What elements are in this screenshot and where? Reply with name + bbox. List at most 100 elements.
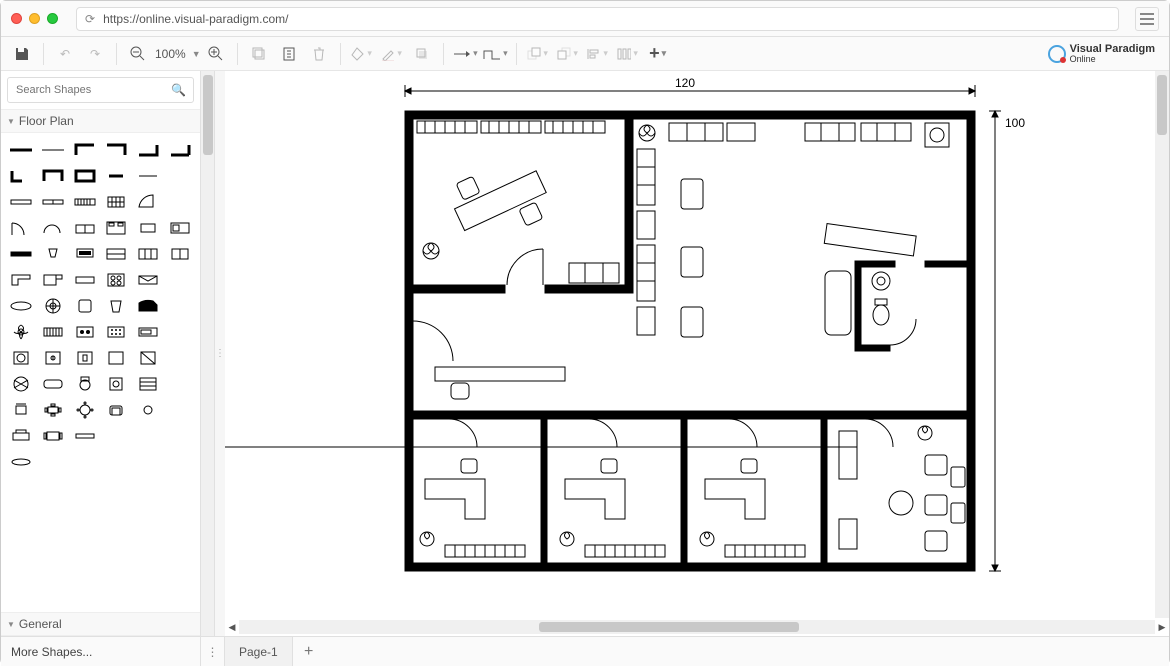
shape-dash[interactable] [134,165,162,187]
shape-empty-7[interactable] [166,373,194,395]
shape-empty-16[interactable] [166,451,194,473]
more-shapes-link[interactable]: More Shapes... [1,637,201,666]
shape-speaker[interactable] [102,373,130,395]
shape-dishwasher[interactable] [102,321,130,343]
maximize-window-button[interactable] [47,13,58,24]
shape-counter[interactable] [71,269,99,291]
shape-rect-wall[interactable] [71,165,99,187]
shape-railing[interactable] [71,191,99,213]
canvas-area[interactable]: 120 100 [225,71,1169,636]
shape-round-table[interactable] [71,399,99,421]
shape-chair-top[interactable] [7,399,35,421]
shape-sink-sq[interactable] [102,347,130,369]
shape-switch[interactable] [71,347,99,369]
delete-button[interactable] [306,41,332,67]
shape-cabinet[interactable] [102,243,130,265]
shape-u-left[interactable] [7,165,35,187]
paste-button[interactable] [276,41,302,67]
zoom-dropdown-icon[interactable]: ▼ [192,49,201,59]
close-window-button[interactable] [11,13,22,24]
shape-closet[interactable] [166,243,194,265]
shape-empty[interactable] [166,165,194,187]
shape-tub[interactable] [39,373,67,395]
zoom-in-button[interactable] [203,41,229,67]
shape-envelope[interactable] [134,269,162,291]
shape-l-desk-2[interactable] [39,269,67,291]
shape-ellipse-2[interactable] [7,451,35,473]
shape-trash[interactable] [102,295,130,317]
shape-piano[interactable] [134,295,162,317]
shape-dining[interactable] [39,425,67,447]
shape-wall-thin[interactable] [39,139,67,161]
shape-empty-2[interactable] [166,191,194,213]
shape-empty-12[interactable] [39,451,67,473]
hscroll-right-icon[interactable]: ▶ [1155,620,1169,634]
shape-shelf[interactable] [134,243,162,265]
vscroll-thumb[interactable] [1157,75,1167,135]
shape-door-arc[interactable] [134,191,162,213]
search-shapes-input[interactable] [7,77,194,103]
floor-plan-drawing[interactable]: 120 100 [225,71,1165,631]
copy-button[interactable] [246,41,272,67]
shape-wall-short[interactable] [102,165,130,187]
shape-stove-4[interactable] [102,269,130,291]
shape-empty-14[interactable] [102,451,130,473]
connector-style-button[interactable]: ▾ [452,41,478,67]
shape-plant[interactable] [7,321,35,343]
reload-icon[interactable]: ⟳ [85,12,95,26]
shape-toilet[interactable] [71,373,99,395]
shape-table[interactable] [134,217,162,239]
waypoint-style-button[interactable]: ▾ [482,41,508,67]
shape-door-qtr[interactable] [7,217,35,239]
line-color-button[interactable]: ▾ [379,41,405,67]
shape-wall-h[interactable] [7,139,35,161]
shape-bench[interactable] [71,425,99,447]
shape-empty-8[interactable] [166,399,194,421]
shape-table-chairs[interactable] [39,399,67,421]
shape-microwave[interactable] [134,321,162,343]
to-front-button[interactable]: ▾ [525,41,551,67]
canvas-hscrollbar[interactable]: ◀ ▶ [225,620,1169,634]
distribute-button[interactable]: ▾ [615,41,641,67]
shape-armchair[interactable] [102,399,130,421]
sidebar-scrollbar[interactable] [201,71,215,636]
shape-printer[interactable] [7,425,35,447]
address-bar[interactable]: ⟳ https://online.visual-paradigm.com/ [76,7,1119,31]
sidebar-resize-handle[interactable]: ⋮ [215,71,225,636]
shape-window[interactable] [7,191,35,213]
shape-cooktop[interactable] [71,321,99,343]
page-menu-button[interactable]: ⋮ [201,637,225,666]
hscroll-left-icon[interactable]: ◀ [225,620,239,634]
save-button[interactable] [9,41,35,67]
shape-fridge[interactable] [71,295,99,317]
shape-grid[interactable] [102,191,130,213]
shape-radiator[interactable] [39,321,67,343]
fill-color-button[interactable]: ▾ [349,41,375,67]
hamburger-menu-button[interactable] [1135,7,1159,31]
shape-empty-15[interactable] [134,451,162,473]
shape-corner-tr[interactable] [102,139,130,161]
shape-window-2[interactable] [39,191,67,213]
shape-empty-5[interactable] [166,321,194,343]
shape-corner-bl[interactable] [166,139,194,161]
shadow-button[interactable] [409,41,435,67]
hscroll-thumb[interactable] [539,622,799,632]
shape-empty-9[interactable] [102,425,130,447]
shape-l-desk[interactable] [7,269,35,291]
to-back-button[interactable]: ▾ [555,41,581,67]
shape-empty-6[interactable] [166,347,194,369]
shape-corner-tl[interactable] [71,139,99,161]
redo-button[interactable]: ↷ [82,41,108,67]
align-button[interactable]: ▾ [585,41,611,67]
page-tab-1[interactable]: Page-1 [225,637,293,666]
shape-oval[interactable] [7,295,35,317]
shape-bookcase[interactable] [134,373,162,395]
zoom-out-button[interactable] [125,41,151,67]
shape-empty-3[interactable] [166,269,194,291]
add-page-button[interactable]: + [293,637,325,666]
shape-sofa[interactable] [71,217,99,239]
shape-corner-br[interactable] [134,139,162,161]
shape-tv[interactable] [7,243,35,265]
shape-monitor[interactable] [71,243,99,265]
shape-empty-10[interactable] [134,425,162,447]
